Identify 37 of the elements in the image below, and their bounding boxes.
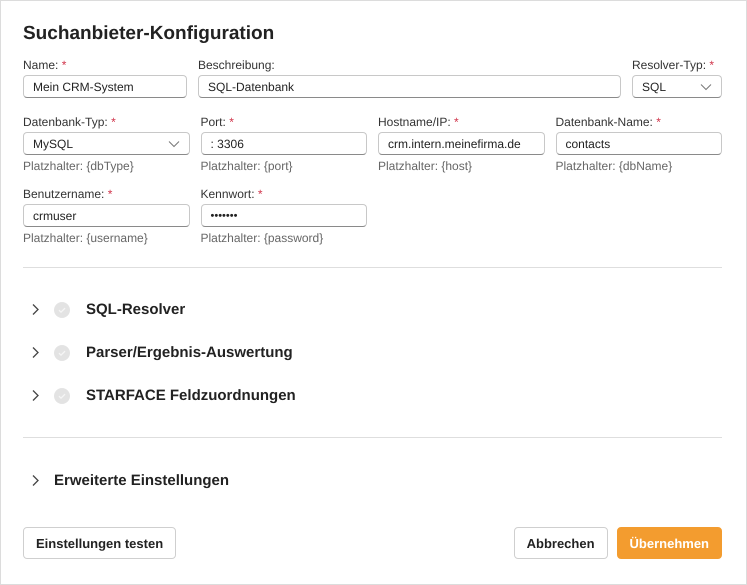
section-title[interactable]: STARFACE Feldzuordnungen xyxy=(86,387,296,404)
input-field[interactable]: contacts xyxy=(556,132,722,155)
placeholder-hint: Platzhalter: {password} xyxy=(200,231,324,245)
field-label: Beschreibung: xyxy=(198,58,275,72)
chevron-icon[interactable] xyxy=(31,474,40,487)
dialog-title: Suchanbieter-Konfiguration xyxy=(23,23,274,45)
field-label: Resolver-Typ: * xyxy=(632,58,714,72)
placeholder-hint: Platzhalter: {dbName} xyxy=(556,159,672,173)
placeholder-hint: Platzhalter: {dbType} xyxy=(23,159,134,173)
field-label: Port: * xyxy=(200,115,234,129)
field-label: Name: * xyxy=(23,58,66,72)
secondary-button[interactable]: Abbrechen xyxy=(514,527,608,559)
placeholder-hint: Platzhalter: {username} xyxy=(23,231,148,245)
input-field[interactable]: crm.intern.meinefirma.de xyxy=(378,132,544,155)
placeholder-hint: Platzhalter: {host} xyxy=(378,159,472,173)
chevron-icon[interactable] xyxy=(31,303,40,316)
field-label: Benutzername: * xyxy=(23,187,112,201)
field-label: Datenbank-Typ: * xyxy=(23,115,116,129)
secondary-button[interactable]: Einstellungen testen xyxy=(23,527,176,559)
field-label: Datenbank-Name: * xyxy=(556,115,661,129)
placeholder-hint: Platzhalter: {port} xyxy=(200,159,293,173)
field-label: Hostname/IP: * xyxy=(378,115,459,129)
input-field[interactable]: crmuser xyxy=(23,204,190,227)
input-field[interactable]: SQL-Datenbank xyxy=(198,75,621,98)
dropdown-caret-icon xyxy=(700,82,712,90)
input-field[interactable]: Mein CRM-System xyxy=(23,75,187,98)
dropdown-caret-icon xyxy=(168,140,180,148)
section-title[interactable]: Erweiterte Einstellungen xyxy=(54,472,230,489)
password-field[interactable]: ••••••• xyxy=(200,204,367,227)
section-title[interactable]: SQL-Resolver xyxy=(86,301,186,318)
input-field[interactable]: : 3306 xyxy=(200,132,367,155)
chevron-icon[interactable] xyxy=(31,346,40,359)
dropdown[interactable]: MySQL xyxy=(23,132,190,155)
chevron-icon[interactable] xyxy=(31,389,40,402)
field-label: Kennwort: * xyxy=(200,187,263,201)
dropdown[interactable]: SQL xyxy=(632,75,722,98)
section-title[interactable]: Parser/Ergebnis-Auswertung xyxy=(86,344,293,361)
